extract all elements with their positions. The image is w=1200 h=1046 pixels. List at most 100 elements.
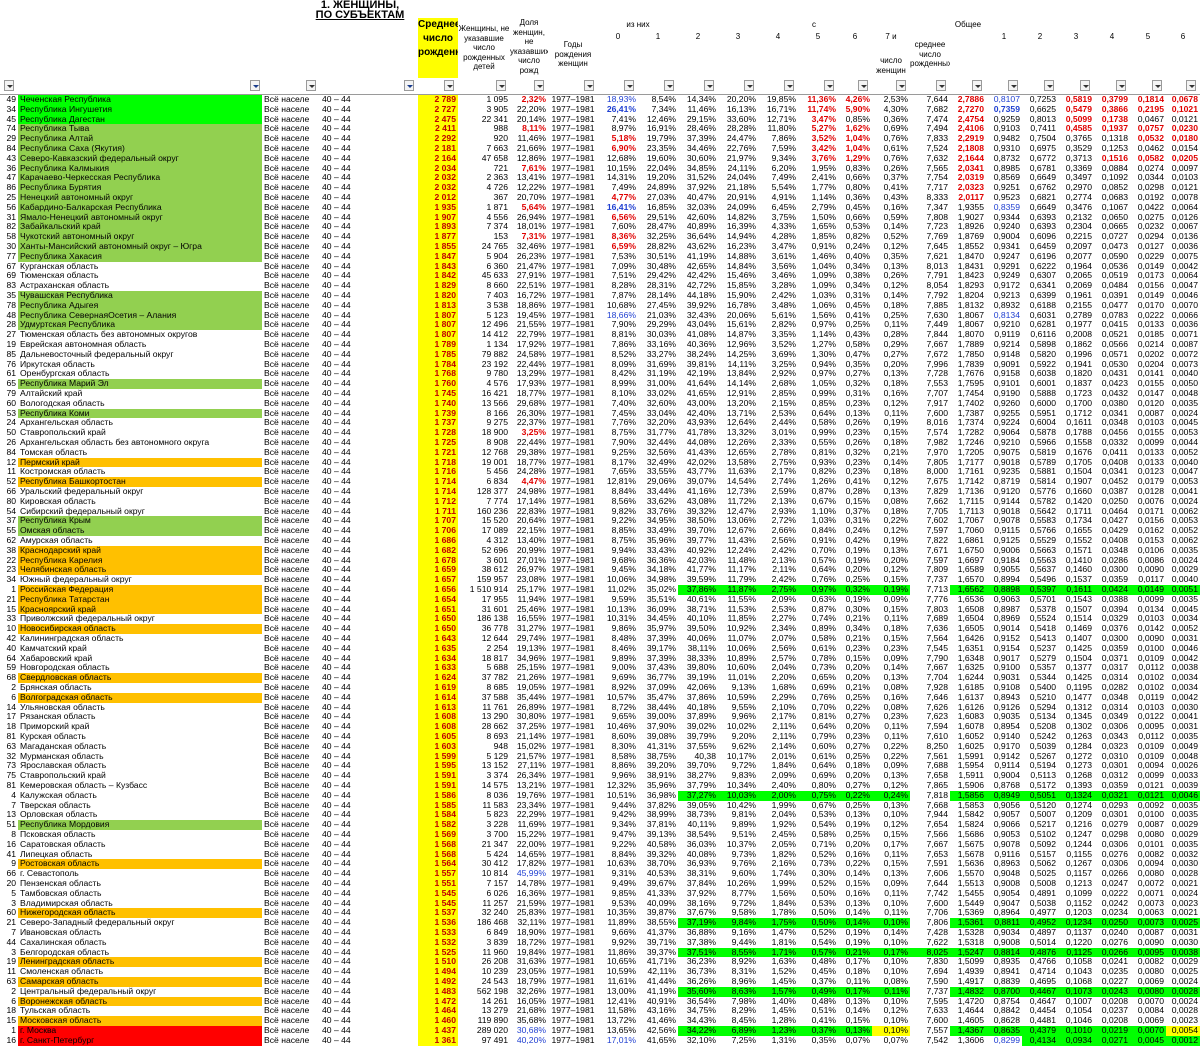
birth-years-cell[interactable]: 1977–1981: [548, 467, 598, 477]
distribution-cell[interactable]: 9,31%: [598, 869, 638, 879]
ratio-cell[interactable]: 0,0045: [1166, 605, 1200, 615]
filter-button-t4[interactable]: [1116, 80, 1126, 91]
ratio-cell[interactable]: 0,9008: [986, 879, 1022, 889]
ratio-cell[interactable]: 0,8700: [986, 986, 1022, 997]
ratio-cell[interactable]: 1,6244: [950, 673, 986, 683]
ratio-cell[interactable]: 1,6325: [950, 663, 986, 673]
region-name-cell[interactable]: Пензенская область: [18, 879, 262, 889]
age-range-cell[interactable]: 40 – 44: [320, 634, 418, 644]
table-row[interactable]: 62 Амурская область Всё населе 40 – 44 1 686…: [0, 536, 1200, 546]
age-range-cell[interactable]: 40 – 44: [320, 507, 418, 517]
ratio-cell[interactable]: 0,9125: [986, 536, 1022, 546]
ratio-cell[interactable]: 0,1407: [1058, 634, 1094, 644]
ratio-cell[interactable]: 0,0048: [1166, 389, 1200, 399]
ratio-cell[interactable]: 0,9184: [986, 556, 1022, 566]
no-answer-share-cell[interactable]: 22,44%: [510, 360, 548, 370]
distribution-cell[interactable]: 9,13%: [718, 683, 758, 693]
ratio-cell[interactable]: 0,0119: [1130, 693, 1166, 703]
distribution-cell[interactable]: 12,73%: [718, 487, 758, 497]
no-answer-share-cell[interactable]: 21,14%: [510, 732, 548, 742]
ratio-cell[interactable]: 0,1961: [1058, 291, 1094, 301]
distribution-cell[interactable]: 14,34%: [678, 95, 718, 105]
distribution-cell[interactable]: 1,78%: [758, 908, 798, 918]
distribution-cell[interactable]: 9,00%: [598, 663, 638, 673]
distribution-cell[interactable]: 0,13%: [838, 899, 872, 909]
distribution-cell[interactable]: 0,22%: [872, 516, 910, 526]
distribution-cell[interactable]: 33,62%: [638, 497, 678, 507]
ratio-cell[interactable]: 0,9054: [986, 889, 1022, 899]
distribution-cell[interactable]: 1,57%: [758, 986, 798, 997]
age-range-cell[interactable]: 40 – 44: [320, 281, 418, 291]
distribution-cell[interactable]: 39,70%: [678, 526, 718, 536]
ratio-cell[interactable]: 0,7411: [1022, 124, 1058, 134]
distribution-cell[interactable]: 0,13%: [872, 673, 910, 683]
ratio-cell[interactable]: 1,9027: [950, 213, 986, 223]
row-number-cell[interactable]: 59: [0, 663, 18, 673]
avg-children-cell[interactable]: 1 654: [418, 594, 458, 605]
no-answer-count-cell[interactable]: 3 538: [458, 301, 510, 311]
age-range-cell[interactable]: 40 – 44: [320, 673, 418, 683]
ratio-cell[interactable]: 0,0024: [1166, 556, 1200, 566]
row-number-cell[interactable]: 22: [0, 556, 18, 566]
ratio-cell[interactable]: 0,5819: [1058, 95, 1094, 105]
ratio-cell[interactable]: 0,2195: [1130, 105, 1166, 115]
table-row[interactable]: 35 Чувашская Республика Всё населе 40 – 44 1…: [0, 291, 1200, 301]
no-answer-share-cell[interactable]: 26,94%: [510, 213, 548, 223]
region-name-cell[interactable]: Чукотский автономный округ: [18, 232, 262, 242]
ratio-cell[interactable]: 0,0250: [1094, 918, 1130, 928]
ratio-cell[interactable]: 0,0650: [1094, 213, 1130, 223]
birth-years-cell[interactable]: 1977–1981: [548, 330, 598, 340]
no-answer-count-cell[interactable]: 920: [458, 134, 510, 144]
ratio-cell[interactable]: 0,0041: [1166, 487, 1200, 497]
distribution-cell[interactable]: 0,41%: [872, 183, 910, 193]
distribution-cell[interactable]: 11,85%: [718, 614, 758, 624]
ratio-cell[interactable]: 0,5479: [1058, 105, 1094, 115]
distribution-cell[interactable]: 0,19%: [838, 556, 872, 566]
population-group-cell[interactable]: Всё населе: [262, 438, 320, 448]
ratio-cell[interactable]: 1,8067: [950, 320, 986, 330]
ratio-cell[interactable]: 0,0069: [1130, 977, 1166, 987]
ratio-cell[interactable]: 0,0388: [1094, 595, 1130, 605]
ratio-cell[interactable]: 0,1253: [1094, 144, 1130, 154]
ratio-cell[interactable]: 0,1247: [1058, 830, 1094, 840]
avg-children-cell[interactable]: 1 464: [418, 1006, 458, 1017]
distribution-cell[interactable]: 7,574: [910, 428, 950, 438]
ratio-cell[interactable]: 0,0121: [1130, 790, 1166, 801]
population-group-cell[interactable]: Всё населе: [262, 232, 320, 242]
ratio-cell[interactable]: 0,0040: [1166, 369, 1200, 379]
distribution-cell[interactable]: 7,565: [910, 164, 950, 174]
ratio-cell[interactable]: 1,7595: [950, 379, 986, 389]
table-row[interactable]: 16 г. Санкт-Петербург Всё населе 40 – 44 1 3…: [0, 1035, 1200, 1046]
avg-children-cell[interactable]: 1 643: [418, 634, 458, 644]
distribution-cell[interactable]: 39,71%: [638, 938, 678, 948]
distribution-cell[interactable]: 39,02%: [678, 722, 718, 732]
distribution-cell[interactable]: 39,59%: [678, 575, 718, 585]
distribution-cell[interactable]: 0,58%: [838, 340, 872, 350]
avg-children-cell[interactable]: 1 492: [418, 977, 458, 987]
distribution-cell[interactable]: 7,90%: [598, 320, 638, 330]
ratio-cell[interactable]: 0,8985: [986, 164, 1022, 174]
birth-years-cell[interactable]: 1977–1981: [548, 448, 598, 458]
row-number-cell[interactable]: 25: [0, 193, 18, 203]
ratio-cell[interactable]: 0,9120: [986, 487, 1022, 497]
age-range-cell[interactable]: 40 – 44: [320, 928, 418, 938]
ratio-cell[interactable]: 0,0101: [1130, 840, 1166, 850]
distribution-cell[interactable]: 0,08%: [872, 977, 910, 987]
ratio-cell[interactable]: 0,0051: [1166, 585, 1200, 595]
ratio-cell[interactable]: 0,4481: [1022, 1016, 1058, 1026]
ratio-cell[interactable]: 0,1213: [1058, 879, 1094, 889]
age-range-cell[interactable]: 40 – 44: [320, 987, 418, 997]
avg-children-cell[interactable]: 1 657: [418, 575, 458, 585]
distribution-cell[interactable]: 0,08%: [872, 703, 910, 713]
distribution-cell[interactable]: 7,818: [910, 791, 950, 801]
region-name-cell[interactable]: Тюменская область без автономных округов: [18, 330, 262, 340]
ratio-cell[interactable]: 0,5888: [1022, 389, 1058, 399]
table-row[interactable]: 51 Республика Мордовия Всё населе 40 – 44 1 …: [0, 820, 1200, 830]
distribution-cell[interactable]: 32,49%: [638, 458, 678, 468]
ratio-cell[interactable]: 0,1073: [1058, 986, 1094, 997]
birth-years-cell[interactable]: 1977–1981: [548, 487, 598, 497]
distribution-cell[interactable]: 8,52%: [598, 350, 638, 360]
ratio-cell[interactable]: 0,2008: [1058, 330, 1094, 340]
ratio-cell[interactable]: 1,5906: [950, 781, 986, 791]
ratio-cell[interactable]: 0,8569: [986, 173, 1022, 183]
